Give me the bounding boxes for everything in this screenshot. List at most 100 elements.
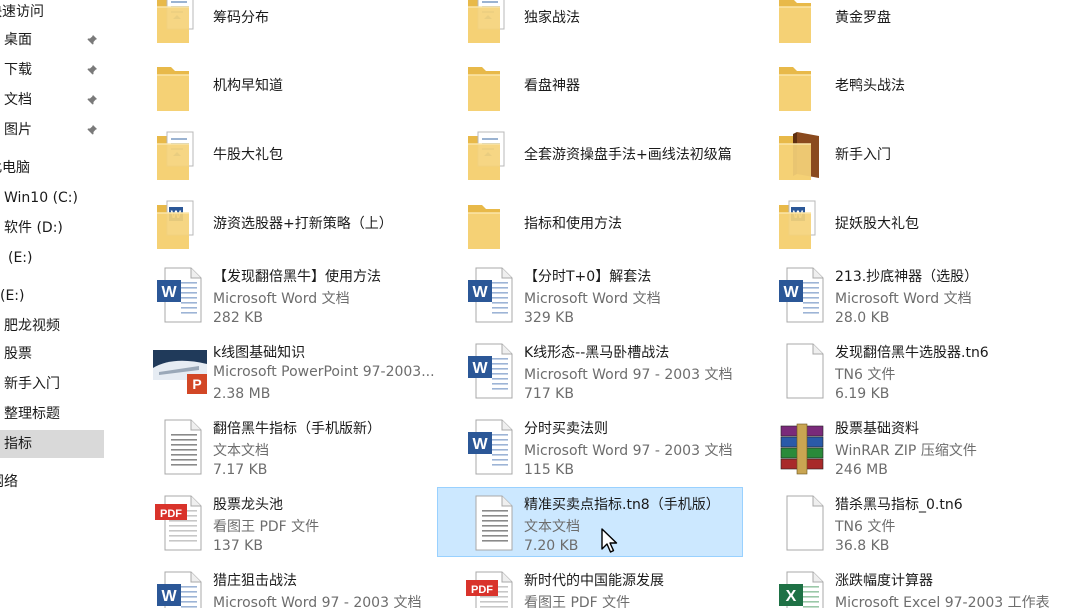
item-name: 涨跌幅度计算器 — [835, 573, 933, 589]
item-name: 精准买卖点指标.tn8（手机版） — [524, 497, 720, 513]
item-name: 213.抄底神器（选股） — [835, 269, 979, 285]
folder-item[interactable]: 机构早知道 — [126, 50, 432, 120]
nav-item-label: 快速访问 — [0, 4, 44, 20]
item-type: Microsoft Word 文档 — [524, 291, 661, 307]
nav-item-feilong-video[interactable]: 肥龙视频 — [0, 312, 104, 340]
nav-item-indicators[interactable]: 指标 — [0, 430, 104, 458]
item-name: 【发现翻倍黑牛】使用方法 — [213, 269, 381, 285]
item-name: 猎庄狙击战法 — [213, 573, 297, 589]
item-size: 28.0 KB — [835, 310, 890, 326]
folder-item[interactable]: 全套游资操盘手法+画线法初级篇 — [437, 119, 743, 189]
nav-item-drive-e-root[interactable]: (E:) — [0, 282, 104, 310]
file-item[interactable]: W 【分时T+0】解套法 Microsoft Word 文档 329 KB — [437, 259, 743, 329]
nav-item-drive-c[interactable]: Win10 (C:) — [0, 184, 104, 212]
nav-item-label: 下载 — [4, 62, 32, 78]
excel-document-icon: X — [775, 570, 829, 608]
nav-item-beginner[interactable]: 新手入门 — [0, 370, 104, 398]
nav-item-pictures[interactable]: 图片 — [0, 116, 104, 144]
nav-item-label: 软件 (D:) — [4, 220, 63, 236]
nav-item-organize-titles[interactable]: 整理标题 — [0, 400, 104, 428]
nav-item-desktop[interactable]: 桌面 — [0, 26, 104, 54]
generic-file-icon — [775, 494, 829, 552]
item-name: 游资选股器+打新策略（上） — [213, 216, 393, 232]
word-document-icon: W — [153, 570, 207, 608]
folder-icon: W — [775, 195, 829, 253]
nav-item-quick-access[interactable]: 快速访问 — [0, 0, 104, 26]
item-type: TN6 文件 — [835, 367, 896, 383]
pin-icon[interactable] — [86, 124, 98, 136]
folder-item[interactable]: 牛股大礼包 — [126, 119, 432, 189]
svg-text:W: W — [161, 284, 177, 301]
word-document-icon: W — [464, 342, 518, 400]
item-size: 246 MB — [835, 462, 888, 478]
item-name: K线形态--黑马卧槽战法 — [524, 345, 670, 361]
item-type: Microsoft Word 97 - 2003 文档 — [524, 367, 733, 383]
nav-item-label: 整理标题 — [4, 406, 60, 422]
file-item[interactable]: W 【发现翻倍黑牛】使用方法 Microsoft Word 文档 282 KB — [126, 259, 432, 329]
file-item[interactable]: 发现翻倍黑牛选股器.tn6 TN6 文件 6.19 KB — [748, 335, 1054, 405]
folder-item[interactable]: 黄金罗盘 — [748, 0, 1054, 52]
file-list: 筹码分布 独家战法 黄金罗盘机构早知道 看盘神器 老鸭头战法牛股大礼包 全套游资操盘手法+… — [104, 0, 1080, 608]
item-size: 329 KB — [524, 310, 574, 326]
nav-item-this-pc[interactable]: 此电脑 — [0, 154, 104, 182]
file-item[interactable]: 精准买卖点指标.tn8（手机版） 文本文档 7.20 KB — [437, 487, 743, 557]
nav-item-label: 新手入门 — [4, 376, 60, 392]
mouse-cursor-icon — [601, 528, 618, 553]
item-name: 黄金罗盘 — [835, 10, 891, 26]
folder-icon — [464, 126, 518, 184]
item-type: 文本文档 — [524, 519, 580, 535]
pin-icon[interactable] — [86, 34, 98, 46]
svg-text:PDF: PDF — [160, 508, 182, 520]
file-item[interactable]: 猎杀黑马指标_0.tn6 TN6 文件 36.8 KB — [748, 487, 1054, 557]
nav-item-stocks[interactable]: 股票 — [0, 340, 104, 368]
item-name: 看盘神器 — [524, 78, 580, 94]
file-item[interactable]: Pk线图基础知识 Microsoft PowerPoint 97-2003... 2… — [126, 335, 435, 405]
item-size: 7.20 KB — [524, 538, 579, 554]
file-item[interactable]: 股票基础资料 WinRAR ZIP 压缩文件 246 MB — [748, 411, 1054, 481]
folder-item[interactable]: W 捉妖股大礼包 — [748, 188, 1054, 258]
item-name: 翻倍黑牛指标（手机版新） — [213, 421, 381, 437]
svg-text:PDF: PDF — [471, 584, 493, 596]
folder-item[interactable]: 指标和使用方法 — [437, 188, 743, 258]
folder-item[interactable]: 独家战法 — [437, 0, 743, 52]
file-item[interactable]: W 分时买卖法则 Microsoft Word 97 - 2003 文档 115 KB — [437, 411, 743, 481]
nav-item-documents[interactable]: 文档 — [0, 86, 104, 114]
folder-item[interactable]: 老鸭头战法 — [748, 50, 1054, 120]
item-name: 股票龙头池 — [213, 497, 283, 513]
word-document-icon: W — [464, 266, 518, 324]
svg-text:P: P — [192, 376, 201, 392]
item-type: Microsoft Excel 97-2003 工作表 — [835, 595, 1050, 608]
navigation-pane: 快速访问桌面下载文档图片此电脑 Win10 (C:) 软件 (D:) (E:) (E:)… — [0, 0, 104, 608]
nav-item-drive-d[interactable]: 软件 (D:) — [0, 214, 104, 242]
item-type: 看图王 PDF 文件 — [524, 595, 631, 608]
nav-item-drive-e[interactable]: (E:) — [0, 244, 104, 272]
folder-item[interactable]: 筹码分布 — [126, 0, 432, 52]
pin-icon[interactable] — [86, 94, 98, 106]
item-size: 115 KB — [524, 462, 574, 478]
folder-item[interactable]: W 游资选股器+打新策略（上） — [126, 188, 432, 258]
folder-item[interactable]: 新手入门 — [748, 119, 1054, 189]
item-type: Microsoft PowerPoint 97-2003... — [213, 364, 435, 380]
file-item[interactable]: W K线形态--黑马卧槽战法 Microsoft Word 97 - 2003 文档… — [437, 335, 743, 405]
generic-file-icon — [775, 342, 829, 400]
nav-item-label: 文档 — [4, 92, 32, 108]
pin-icon[interactable] — [86, 64, 98, 76]
item-type: Microsoft Word 97 - 2003 文档 — [213, 595, 422, 608]
word-document-icon: W — [775, 266, 829, 324]
item-type: Microsoft Word 文档 — [213, 291, 350, 307]
word-document-icon: W — [153, 266, 207, 324]
nav-item-network[interactable]: 网络 — [0, 468, 104, 496]
file-item[interactable]: PDF 股票龙头池 看图王 PDF 文件 137 KB — [126, 487, 432, 557]
item-size: 2.38 MB — [213, 386, 271, 402]
file-item[interactable]: W 213.抄底神器（选股） Microsoft Word 文档 28.0 KB — [748, 259, 1054, 329]
item-name: 机构早知道 — [213, 78, 283, 94]
folder-icon — [153, 0, 207, 47]
file-item[interactable]: X 涨跌幅度计算器 Microsoft Excel 97-2003 工作表 — [748, 563, 1054, 608]
file-item[interactable]: PDF 新时代的中国能源发展 看图王 PDF 文件 — [437, 563, 743, 608]
file-item[interactable]: W 猎庄狙击战法 Microsoft Word 97 - 2003 文档 — [126, 563, 432, 608]
item-type: WinRAR ZIP 压缩文件 — [835, 443, 977, 459]
folder-item[interactable]: 看盘神器 — [437, 50, 743, 120]
nav-item-downloads[interactable]: 下载 — [0, 56, 104, 84]
item-name: 老鸭头战法 — [835, 78, 905, 94]
file-item[interactable]: 翻倍黑牛指标（手机版新） 文本文档 7.17 KB — [126, 411, 432, 481]
